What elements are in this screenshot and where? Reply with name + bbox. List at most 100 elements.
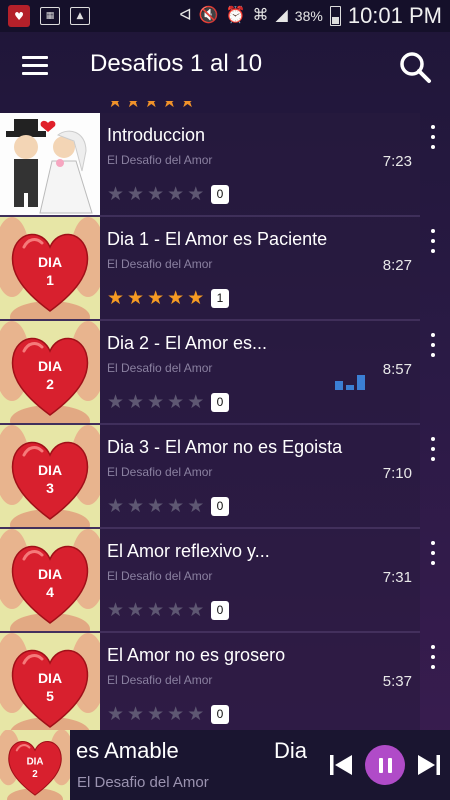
mute-icon: 🔇	[198, 7, 219, 24]
track-album: El Desafio del Amor	[107, 673, 213, 687]
track-album: El Desafio del Amor	[107, 257, 213, 271]
star-icon[interactable]: ★	[167, 496, 184, 516]
track-title: Dia 1 - El Amor es Paciente	[107, 229, 328, 249]
track-title: Dia 3 - El Amor no es Egoista	[107, 437, 343, 457]
track-album: El Desafio del Amor	[107, 465, 213, 479]
search-icon[interactable]	[398, 50, 432, 84]
star-icon[interactable]: ★	[107, 600, 124, 620]
rating-stars[interactable]: ★ ★ ★ ★ ★	[107, 288, 204, 308]
track-row[interactable]: DIA 3 Dia 3 - El Amor no es Egoista El De…	[0, 425, 435, 529]
star-icon[interactable]: ★	[127, 600, 144, 620]
more-options-icon[interactable]	[426, 541, 440, 565]
player-title: es Amable	[76, 738, 179, 763]
previous-row-stars: ★★★★★	[107, 101, 198, 111]
player-artwork: DIA 2	[0, 730, 70, 800]
track-row[interactable]: DIA 5 El Amor no es grosero El Desafio de…	[0, 633, 435, 737]
svg-text:5: 5	[46, 688, 54, 704]
star-icon[interactable]: ★	[127, 288, 144, 308]
more-options-icon[interactable]	[426, 229, 440, 253]
star-icon[interactable]: ★	[107, 288, 124, 308]
star-icon[interactable]: ★	[187, 704, 204, 724]
star-icon[interactable]: ★	[107, 496, 124, 516]
star-icon[interactable]: ★	[187, 496, 204, 516]
player-title-repeat: Dia	[274, 738, 308, 763]
star-icon[interactable]: ★	[127, 392, 144, 412]
svg-text:DIA: DIA	[38, 254, 62, 270]
rating-stars[interactable]: ★ ★ ★ ★ ★	[107, 184, 204, 204]
star-icon[interactable]: ★	[167, 600, 184, 620]
track-artwork: DIA 2	[0, 321, 100, 423]
svg-text:DIA: DIA	[38, 670, 62, 686]
star-icon[interactable]: ★	[187, 184, 204, 204]
skip-next-icon[interactable]	[416, 752, 442, 778]
svg-text:DIA: DIA	[27, 756, 44, 767]
star-icon[interactable]: ★	[127, 496, 144, 516]
status-left: ♥ ▦ ▲	[8, 5, 90, 27]
star-icon[interactable]: ★	[167, 184, 184, 204]
track-duration: 8:27	[382, 257, 412, 274]
star-icon[interactable]: ★	[127, 704, 144, 724]
more-options-icon[interactable]	[426, 125, 440, 149]
player-subtitle: El Desafio del Amor	[77, 774, 209, 791]
more-options-icon[interactable]	[426, 437, 440, 461]
rating-stars[interactable]: ★ ★ ★ ★ ★	[107, 704, 204, 724]
svg-text:DIA: DIA	[38, 358, 62, 374]
skip-previous-icon[interactable]	[328, 752, 354, 778]
track-row[interactable]: Introduccion El Desafio del Amor 7:23 ★ ★ ★ ★ ★…	[0, 113, 435, 217]
hamburger-menu-icon[interactable]	[22, 56, 48, 76]
more-options-icon[interactable]	[426, 645, 440, 669]
rating-stars[interactable]: ★ ★ ★ ★ ★	[107, 600, 204, 620]
svg-text:2: 2	[46, 376, 54, 392]
track-row[interactable]: DIA 1 Dia 1 - El Amor es Paciente El Desa…	[0, 217, 435, 321]
track-title: Introduccion	[107, 125, 206, 145]
star-icon[interactable]: ★	[167, 392, 184, 412]
svg-text:DIA: DIA	[38, 566, 62, 582]
star-icon[interactable]: ★	[167, 288, 184, 308]
star-icon[interactable]: ★	[107, 392, 124, 412]
star-icon[interactable]: ★	[147, 288, 164, 308]
star-icon[interactable]: ★	[147, 704, 164, 724]
rating-stars[interactable]: ★ ★ ★ ★ ★	[107, 496, 204, 516]
svg-text:DIA: DIA	[38, 462, 62, 478]
track-album: El Desafio del Amor	[107, 361, 213, 375]
track-title: Dia 2 - El Amor es...	[107, 333, 268, 353]
star-icon[interactable]: ★	[187, 600, 204, 620]
track-artwork: DIA 3	[0, 425, 100, 527]
track-row[interactable]: DIA 2 Dia 2 - El Amor es... El Desafio de…	[0, 321, 435, 425]
star-icon[interactable]: ★	[107, 704, 124, 724]
play-count-badge: 0	[211, 185, 229, 204]
star-icon[interactable]: ★	[187, 392, 204, 412]
star-icon[interactable]: ★	[107, 184, 124, 204]
svg-text:4: 4	[46, 584, 54, 600]
play-count-badge: 0	[211, 601, 229, 620]
mini-player[interactable]: DIA 2 es Amable Dia El Desafio del Amor	[0, 730, 450, 800]
battery-icon	[329, 6, 341, 26]
rating-stars[interactable]: ★ ★ ★ ★ ★	[107, 392, 204, 412]
star-icon[interactable]: ★	[167, 704, 184, 724]
star-icon[interactable]: ★	[147, 392, 164, 412]
track-artwork: DIA 1	[0, 217, 100, 319]
star-icon[interactable]: ★	[147, 184, 164, 204]
track-row[interactable]: DIA 4 El Amor reflexivo y... El Desafio d…	[0, 529, 435, 633]
track-duration: 8:57	[382, 361, 412, 378]
battery-percent: 38%	[294, 8, 323, 24]
play-count-badge: 1	[211, 289, 229, 308]
track-album: El Desafio del Amor	[107, 569, 213, 583]
clock: 10:01 PM	[347, 3, 442, 28]
track-album: El Desafio del Amor	[107, 153, 213, 167]
star-icon[interactable]: ★	[127, 184, 144, 204]
track-title: El Amor reflexivo y...	[107, 541, 270, 561]
track-artwork	[0, 113, 100, 215]
page-title: Desafios 1 al 10	[90, 50, 263, 77]
star-icon[interactable]: ★	[147, 496, 164, 516]
signal-icon: ◢	[275, 7, 288, 24]
star-icon[interactable]: ★	[187, 288, 204, 308]
status-bar: ♥ ▦ ▲ ᐊ 🔇 ⏰ ⌘ ◢ 38% 10:01 PM	[0, 0, 450, 32]
pause-icon[interactable]	[365, 745, 405, 785]
alarm-icon: ⏰	[225, 7, 246, 24]
player-title-marquee: es Amable Dia	[76, 738, 310, 768]
svg-text:2: 2	[32, 769, 38, 780]
more-options-icon[interactable]	[426, 333, 440, 357]
wifi-icon: ⌘	[252, 7, 269, 24]
star-icon[interactable]: ★	[147, 600, 164, 620]
